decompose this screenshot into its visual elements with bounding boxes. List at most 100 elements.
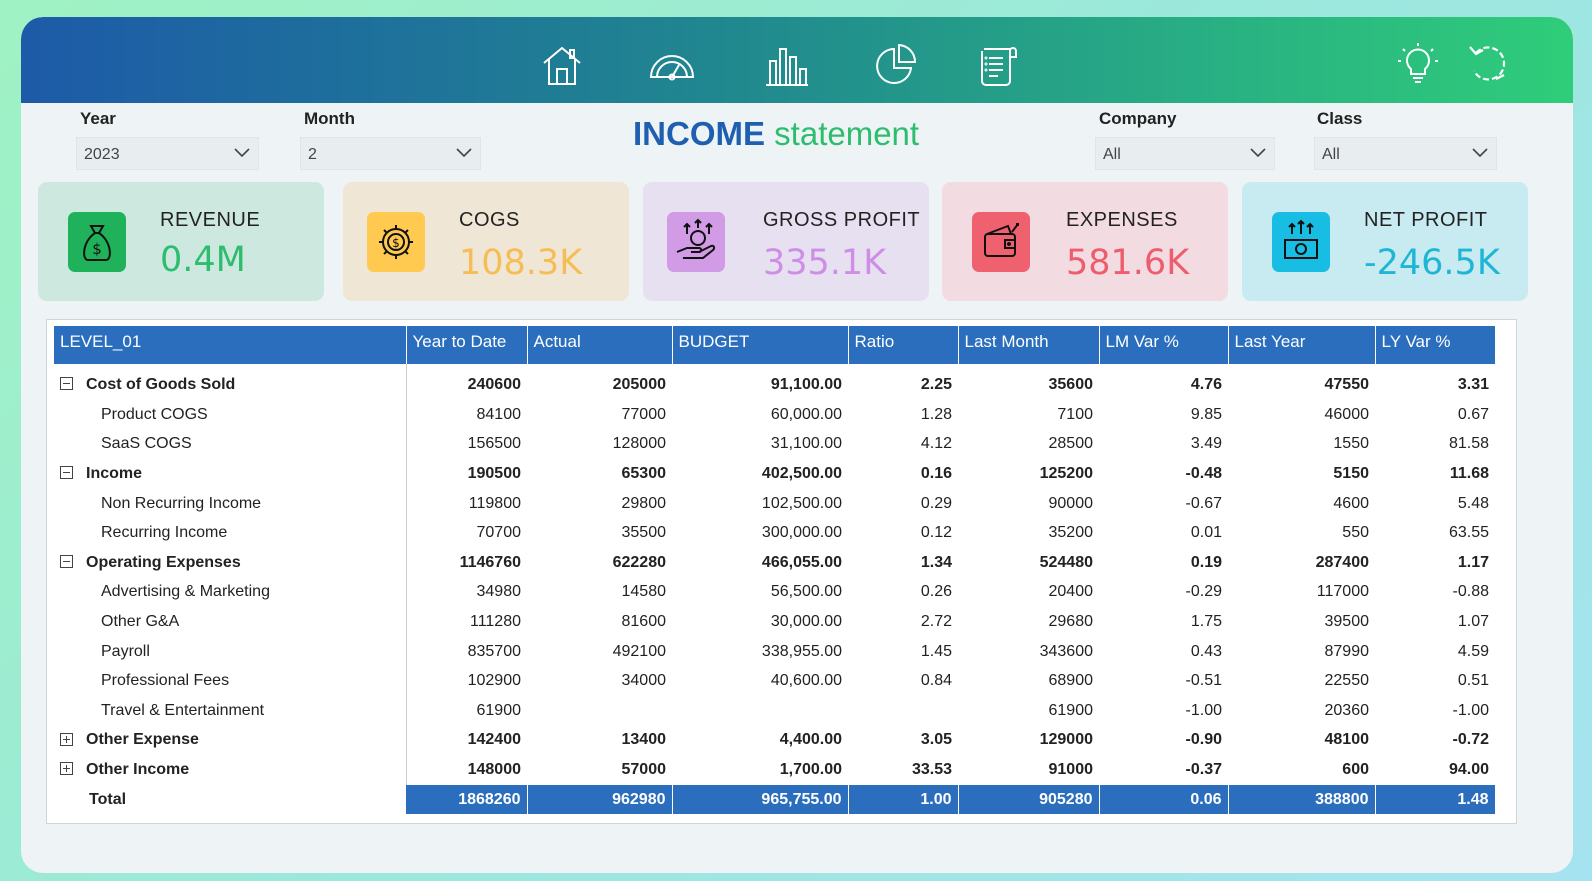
table-cell: 65300 [621,464,667,482]
company-value: All [1103,146,1121,163]
table-cell: 4.59 [1457,642,1489,660]
table-cell: 7100 [1057,405,1093,423]
expand-icon[interactable] [60,732,73,746]
row-label-text: Recurring Income [101,524,228,542]
table-cell: 9.85 [1190,405,1222,423]
expand-icon[interactable] [60,762,73,776]
table-group-row: Other Income 148000 57000 1,700.00 33.53 9100… [54,755,1495,785]
collapse-icon[interactable] [60,466,73,480]
table-cell: 4600 [1333,494,1369,512]
table-cell: 343600 [1039,642,1093,660]
gauge-icon[interactable] [648,41,696,89]
class-dropdown[interactable]: All [1314,137,1497,170]
money-bag-icon: $ [68,212,126,272]
row-label: Cost of Goods Sold [54,364,407,400]
dashboard-frame: Year 2023 Month 2 INCOME statement Compa… [21,17,1573,873]
table-cell: 46000 [1324,405,1370,423]
company-dropdown[interactable]: All [1095,137,1275,170]
table-cell: 4.12 [920,435,952,453]
table-cell: 0.26 [920,583,952,601]
row-label: Travel & Entertainment [54,695,407,726]
home-icon[interactable] [538,41,586,89]
column-header[interactable]: LM Var % [1099,326,1229,364]
table-cell: 1.07 [1457,612,1489,630]
table-cell: 1,700.00 [779,760,842,778]
column-header[interactable]: BUDGET [672,326,849,364]
bar-chart-icon[interactable] [762,41,810,89]
table-cell: 29800 [621,494,667,512]
svg-text:$: $ [92,240,102,258]
column-header[interactable]: Last Month [958,326,1100,364]
table-cell: 119800 [468,494,521,512]
total-cell: 1.48 [1375,784,1496,815]
table-cell: 2.72 [920,612,952,630]
table-cell: 77000 [621,405,667,423]
total-cell: 962980 [527,784,673,815]
table-cell: 81600 [621,612,667,630]
top-nav-bar [21,17,1573,103]
row-label: Other Expense [54,725,407,756]
row-label: Professional Fees [54,666,407,696]
table-cell: -0.29 [1185,583,1222,601]
row-label: Other Income [54,755,407,785]
table-cell [672,696,848,726]
kpi-card-net-profit: NET PROFIT -246.5K [1242,182,1528,301]
table-cell: 835700 [467,642,521,660]
table-cell: -1.00 [1185,701,1222,719]
company-label: Company [1099,109,1177,128]
row-label: Operating Expenses [54,547,407,578]
table-row: SaaS COGS 156500 128000 31,100.00 4.12 28500 3… [54,429,1495,460]
table-cell: 28500 [1048,435,1094,453]
table-cell: 156500 [467,435,521,453]
collapse-icon[interactable] [60,555,73,569]
kpi-card-cogs: $ COGS 108.3K [343,182,629,301]
reset-icon[interactable] [1464,39,1512,87]
table-cell: -0.67 [1185,494,1222,512]
table-cell: 68900 [1048,672,1094,690]
receipt-icon[interactable] [974,41,1022,89]
row-label: Non Recurring Income [54,488,407,519]
table-group-row: Other Expense 142400 13400 4,400.00 3.05 1290… [54,725,1495,756]
table-cell: -0.37 [1185,760,1222,778]
column-header[interactable]: Last Year [1228,326,1376,364]
year-dropdown[interactable]: 2023 [76,137,259,170]
table-cell: 1.45 [920,642,952,660]
table-group-row: Operating Expenses 1146760 622280 466,055.0… [54,547,1495,578]
month-label: Month [304,109,355,128]
table-cell: 240600 [467,376,521,393]
table-cell: 34000 [621,672,667,690]
pie-chart-icon[interactable] [872,41,920,89]
table-cell: 190500 [467,464,521,482]
kpi-label: NET PROFIT [1364,209,1488,231]
month-dropdown[interactable]: 2 [300,137,481,170]
column-header[interactable]: LY Var % [1375,326,1496,364]
column-header[interactable]: Actual [527,326,673,364]
table-cell: 20400 [1048,583,1094,601]
kpi-card-gross-profit: GROSS PROFIT 335.1K [643,182,929,301]
table-cell: 48100 [1324,731,1370,749]
column-header[interactable]: Ratio [848,326,959,364]
class-value: All [1322,146,1340,163]
table-cell: 30,000.00 [770,612,842,630]
row-label-text: Payroll [101,642,150,660]
table-cell: 0.67 [1457,405,1489,423]
table-cell: 14580 [621,583,667,601]
total-cell: 1.00 [848,784,959,815]
table-cell: 91,100.00 [770,376,842,393]
table-cell: 40,600.00 [770,672,842,690]
chevron-down-icon [234,148,250,158]
chevron-down-icon [456,148,472,158]
total-cell: 905280 [958,784,1100,815]
kpi-label: REVENUE [160,209,261,231]
title-rest: statement [774,115,920,152]
kpi-card-revenue: $ REVENUE 0.4M [38,182,324,301]
column-header[interactable]: LEVEL_01 [54,326,407,364]
row-label-text: Other Income [86,760,190,778]
table-cell: 338,955.00 [761,642,842,660]
table-cell: 1.17 [1457,553,1489,571]
table-cell: 4,400.00 [779,731,842,749]
lightbulb-icon[interactable] [1394,39,1442,87]
column-header[interactable]: Year to Date [406,326,528,364]
income-table: LEVEL_01 Year to Date Actual BUDGET Ratio Las… [54,326,1496,815]
collapse-icon[interactable] [60,377,73,391]
